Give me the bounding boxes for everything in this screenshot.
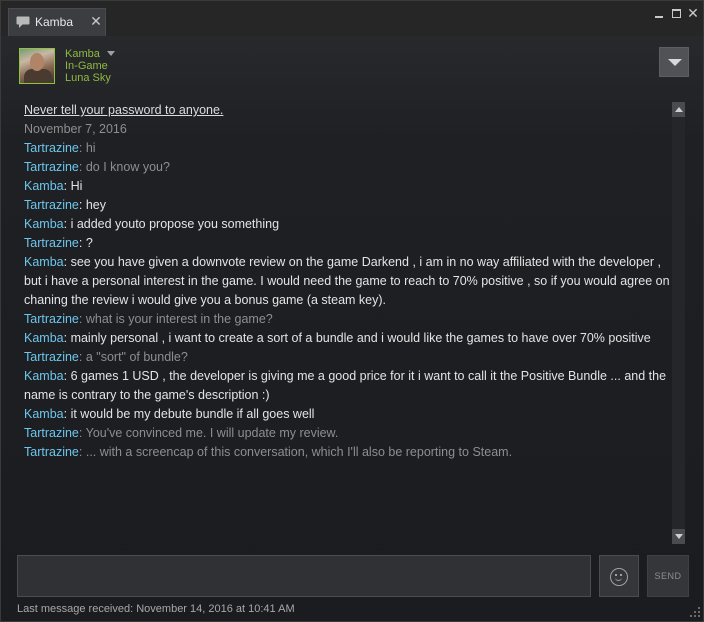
chat-message: Kamba: see you have given a downvote rev… [24,255,670,307]
message-sender[interactable]: Tartrazine [24,141,79,155]
window-close-icon[interactable]: ✕ [685,5,701,21]
tab-kamba[interactable]: Kamba ✕ [8,8,106,36]
scroll-down-button[interactable] [672,529,685,544]
message-sender[interactable]: Tartrazine [24,445,79,459]
message-sender[interactable]: Tartrazine [24,198,79,212]
friend-header: Kamba In-Game Luna Sky [1,36,703,96]
message-sender[interactable]: Tartrazine [24,236,79,250]
chat-message: Kamba: 6 games 1 USD , the developer is … [24,369,667,402]
emoticon-button[interactable] [599,555,639,597]
friend-name[interactable]: Kamba [65,48,100,60]
chat-message: Tartrazine: hey [24,198,106,212]
message-text: hi [85,141,96,155]
chat-message: Tartrazine: ? [24,236,93,250]
chevron-down-icon [668,59,682,66]
arrow-down-icon [675,534,683,539]
chat-message: Kamba: it would be my debute bundle if a… [24,407,315,421]
resize-grip-icon[interactable] [689,607,701,619]
chat-bubble-icon [16,16,30,28]
message-text: hey [85,198,106,212]
message-text: it would be my debute bundle if all goes… [70,407,315,421]
message-sender[interactable]: Kamba [24,217,64,231]
message-text: mainly personal , i want to create a sor… [70,331,651,345]
message-text: a "sort" of bundle? [85,350,188,364]
minimize-icon[interactable] [651,5,667,21]
chat-message: Tartrazine: what is your interest in the… [24,312,273,326]
message-sender[interactable]: Kamba [24,369,64,383]
scroll-up-button[interactable] [672,102,685,117]
send-button[interactable]: SEND [647,555,689,597]
chat-date: November 7, 2016 [24,122,127,136]
friend-game: Luna Sky [65,72,111,84]
chat-message: Kamba: mainly personal , i want to creat… [24,331,651,345]
password-warning: Never tell your password to anyone. [24,103,224,117]
chat-message: Kamba: Hi [24,179,83,193]
chat-message: Tartrazine: You've convinced me. I will … [24,426,339,440]
maximize-icon[interactable] [668,5,684,21]
chat-window: Kamba ✕ ✕ Kamba In-Game Luna Sky Never t… [0,0,704,622]
chat-log: Never tell your password to anyone. Nove… [24,101,672,541]
message-sender[interactable]: Kamba [24,179,64,193]
chat-message: Tartrazine: do I know you? [24,160,170,174]
chat-message: Tartrazine: a "sort" of bundle? [24,350,188,364]
message-text: what is your interest in the game? [85,312,273,326]
message-sender[interactable]: Kamba [24,255,64,269]
message-sender[interactable]: Tartrazine [24,312,79,326]
smiley-icon [610,568,628,586]
chat-message: Tartrazine: hi [24,141,96,155]
message-input[interactable] [17,555,591,597]
message-sender[interactable]: Tartrazine [24,350,79,364]
friend-status: In-Game [65,60,108,72]
chat-options-button[interactable] [659,47,689,77]
message-text: i added youto propose you something [70,217,280,231]
message-text: Hi [70,179,83,193]
message-text: do I know you? [85,160,170,174]
message-text: ? [85,236,93,250]
chat-message: Kamba: i added youto propose you somethi… [24,217,280,231]
message-text: You've convinced me. I will update my re… [85,426,339,440]
chat-message: Tartrazine: ... with a screencap of this… [24,445,513,459]
message-list: Tartrazine: hi Tartrazine: do I know you?… [24,139,672,462]
divider [1,549,703,550]
tab-bar: Kamba ✕ ✕ [1,1,703,36]
tab-close-icon[interactable]: ✕ [89,13,103,29]
message-sender[interactable]: Kamba [24,407,64,421]
chat-scrollbar[interactable] [672,102,685,544]
friend-menu-caret-icon[interactable] [107,51,115,56]
tab-title: Kamba [35,15,74,29]
message-text: see you have given a downvote review on … [24,255,670,307]
arrow-up-icon [675,107,683,112]
message-sender[interactable]: Tartrazine [24,426,79,440]
scroll-track[interactable] [672,117,685,529]
message-text: ... with a screencap of this conversatio… [85,445,513,459]
message-sender[interactable]: Kamba [24,331,64,345]
message-sender[interactable]: Tartrazine [24,160,79,174]
message-text: 6 games 1 USD , the developer is giving … [24,369,667,402]
last-message-status: Last message received: November 14, 2016… [17,603,295,615]
avatar[interactable] [19,48,55,84]
